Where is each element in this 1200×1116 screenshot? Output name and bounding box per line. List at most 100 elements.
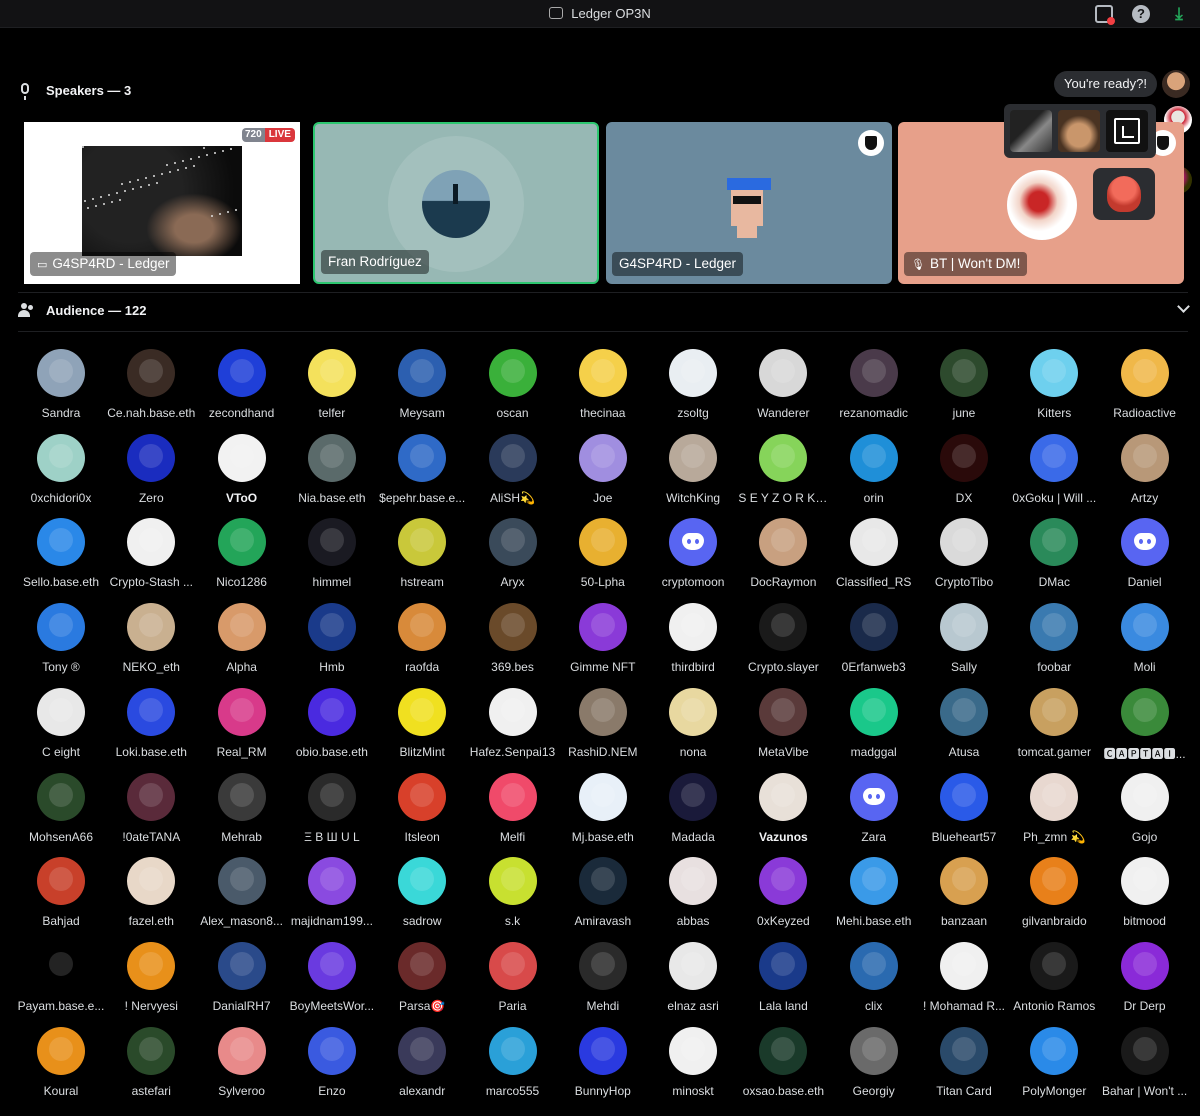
member-avatar[interactable] [307, 941, 356, 990]
member-avatar[interactable] [759, 603, 808, 652]
audience-member[interactable]: Antonio Ramos [1009, 939, 1099, 1023]
member-avatar[interactable] [849, 857, 898, 906]
member-avatar[interactable] [669, 349, 718, 397]
member-avatar[interactable] [217, 518, 266, 567]
audience-member[interactable]: obio.base.eth [287, 685, 377, 769]
audience-member[interactable]: Paria [468, 939, 558, 1023]
member-avatar[interactable] [849, 772, 898, 821]
audience-member[interactable]: 0xchidori0x [16, 431, 106, 515]
member-avatar[interactable] [669, 1026, 718, 1075]
member-avatar[interactable] [578, 772, 627, 821]
member-avatar[interactable] [849, 941, 898, 990]
member-avatar[interactable] [940, 518, 988, 567]
audience-member[interactable]: Mehdi [558, 939, 648, 1023]
audience-member[interactable]: alexandr [377, 1024, 467, 1108]
member-avatar[interactable] [849, 1026, 898, 1075]
audience-member[interactable]: Nico1286 [197, 515, 287, 599]
audience-member[interactable]: Hafez.Senpai13 [468, 685, 558, 769]
member-avatar[interactable] [127, 687, 176, 736]
audience-member[interactable]: CryptoTibo [919, 515, 1009, 599]
member-avatar[interactable] [37, 941, 85, 990]
audience-member[interactable]: 369.bes [468, 600, 558, 684]
member-avatar[interactable] [669, 603, 718, 652]
member-avatar[interactable] [127, 941, 176, 990]
member-avatar[interactable] [578, 857, 627, 906]
audience-member[interactable]: Joe [558, 431, 648, 515]
member-avatar[interactable] [217, 941, 266, 990]
audience-member[interactable]: Radioactive [1100, 346, 1190, 430]
member-avatar[interactable] [1120, 687, 1169, 736]
member-avatar[interactable] [940, 1026, 988, 1075]
audience-member[interactable]: Daniel [1100, 515, 1190, 599]
audience-member[interactable]: $epehr.base.e... [377, 431, 467, 515]
member-avatar[interactable] [127, 857, 176, 906]
member-avatar[interactable] [127, 433, 176, 482]
member-avatar[interactable] [1120, 433, 1169, 482]
member-avatar[interactable] [578, 603, 627, 652]
audience-member[interactable]: Atusa [919, 685, 1009, 769]
member-avatar[interactable] [1120, 941, 1169, 990]
member-avatar[interactable] [307, 349, 356, 397]
member-avatar[interactable] [488, 772, 537, 821]
audience-member[interactable]: BunnyHop [558, 1024, 648, 1108]
audience-member[interactable]: Payam.base.e... [16, 939, 106, 1023]
member-avatar[interactable] [127, 349, 176, 397]
member-avatar[interactable] [940, 772, 988, 821]
member-avatar[interactable] [1030, 518, 1079, 567]
member-avatar[interactable] [759, 687, 808, 736]
member-avatar[interactable] [217, 433, 266, 482]
member-avatar[interactable] [669, 518, 718, 567]
thumbnail[interactable] [1010, 110, 1052, 152]
member-avatar[interactable] [1120, 603, 1169, 652]
audience-member[interactable]: Enzo [287, 1024, 377, 1108]
audience-member[interactable]: ! Nervyesi [106, 939, 196, 1023]
member-avatar[interactable] [488, 857, 537, 906]
audience-member[interactable]: C eight [16, 685, 106, 769]
member-avatar[interactable] [398, 941, 447, 990]
audience-member[interactable]: Melfi [468, 770, 558, 854]
audience-member[interactable]: Zara [829, 770, 919, 854]
user-avatar[interactable] [1162, 70, 1190, 98]
audience-member[interactable]: DMac [1009, 515, 1099, 599]
audience-member[interactable]: cryptomoon [648, 515, 738, 599]
speaker-tile-stream[interactable]: 720 LIVE ▭ G4SP4RD - Ledger [24, 122, 300, 284]
member-avatar[interactable] [307, 857, 356, 906]
member-avatar[interactable] [398, 603, 447, 652]
member-avatar[interactable] [849, 687, 898, 736]
audience-member[interactable]: tomcat.gamer [1009, 685, 1099, 769]
audience-member[interactable]: himmel [287, 515, 377, 599]
audience-member[interactable]: Kitters [1009, 346, 1099, 430]
audience-member[interactable]: Sylveroo [197, 1024, 287, 1108]
member-avatar[interactable] [849, 603, 898, 652]
member-avatar[interactable] [127, 772, 176, 821]
member-avatar[interactable] [217, 603, 266, 652]
audience-member[interactable]: Dr Derp [1100, 939, 1190, 1023]
inbox-icon[interactable] [1095, 5, 1115, 25]
audience-member[interactable]: S E Y Z O R K ... [738, 431, 828, 515]
audience-member[interactable]: Classified_RS [829, 515, 919, 599]
audience-member[interactable]: 0xGoku | Will ... [1009, 431, 1099, 515]
fullscreen-button[interactable] [1106, 110, 1148, 152]
audience-member[interactable]: nona [648, 685, 738, 769]
member-avatar[interactable] [578, 687, 627, 736]
audience-member[interactable]: Koural [16, 1024, 106, 1108]
member-avatar[interactable] [1030, 433, 1079, 482]
member-avatar[interactable] [488, 1026, 537, 1075]
member-avatar[interactable] [759, 941, 808, 990]
member-avatar[interactable] [940, 941, 988, 990]
member-avatar[interactable] [1030, 857, 1079, 906]
help-icon[interactable]: ? [1132, 5, 1150, 23]
speaker-tile[interactable]: G4SP4RD - Ledger [606, 122, 892, 284]
speaker-tile-speaking[interactable]: Fran Rodríguez [313, 122, 599, 284]
audience-member[interactable]: !0ateTANA [106, 770, 196, 854]
audience-member[interactable]: Ph_zmn 💫 [1009, 770, 1099, 854]
member-avatar[interactable] [398, 772, 447, 821]
member-avatar[interactable] [488, 518, 537, 567]
member-avatar[interactable] [127, 1026, 176, 1075]
member-avatar[interactable] [759, 1026, 808, 1075]
audience-member[interactable]: Crypto-Stash ... [106, 515, 196, 599]
member-avatar[interactable] [578, 1026, 627, 1075]
audience-member[interactable]: majidnam199... [287, 854, 377, 938]
member-avatar[interactable] [217, 1026, 266, 1075]
audience-member[interactable]: oxsao.base.eth [738, 1024, 828, 1108]
